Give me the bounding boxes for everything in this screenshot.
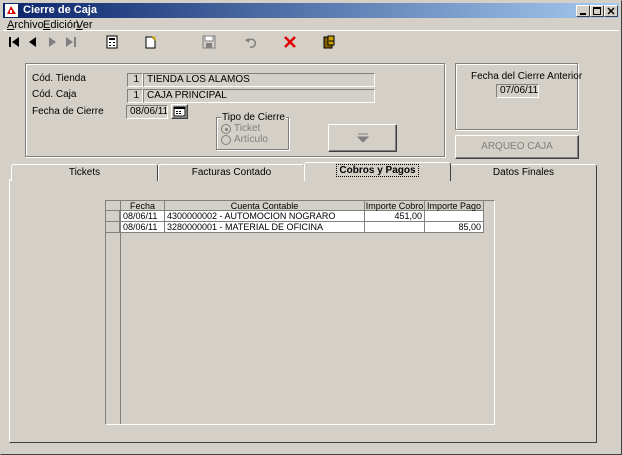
table-cell-cobro[interactable] xyxy=(365,222,425,233)
maximize-icon xyxy=(593,7,601,15)
fecha-anterior-field[interactable]: 07/06/11 xyxy=(496,84,539,98)
delete-button[interactable] xyxy=(280,32,300,52)
last-record-icon xyxy=(66,37,76,47)
tab-datos-finales[interactable]: Datos Finales xyxy=(450,164,597,181)
prev-record-button[interactable] xyxy=(23,32,43,52)
calendar-icon xyxy=(173,106,186,117)
fecha-cierre-field[interactable]: 08/06/11 xyxy=(126,105,168,119)
close-icon xyxy=(607,7,615,15)
exit-icon xyxy=(323,35,335,49)
row-header[interactable] xyxy=(106,211,120,222)
tienda-label: Cód. Tienda xyxy=(32,73,86,84)
radio-articulo-label: Artículo xyxy=(234,134,268,145)
tab-cobros-pagos[interactable]: Cobros y Pagos xyxy=(304,162,451,181)
maximize-button[interactable] xyxy=(590,5,604,17)
prev-record-icon xyxy=(29,37,36,47)
table-cell-pago[interactable] xyxy=(425,211,484,222)
table-cell-cuenta[interactable]: 4300000002 - AUTOMOCION NOGRARO xyxy=(165,211,365,222)
app-icon xyxy=(5,4,18,17)
arqueo-caja-button[interactable]: ARQUEO CAJA xyxy=(455,135,579,159)
toolbar-separator xyxy=(3,30,619,31)
undo-button[interactable] xyxy=(241,32,261,52)
column-header-pago[interactable]: Importe Pago xyxy=(425,201,484,211)
table-corner xyxy=(106,201,121,211)
column-header-cobro[interactable]: Importe Cobro xyxy=(365,201,425,211)
tab-tickets[interactable]: Tickets xyxy=(11,164,158,181)
tab-facturas-contado[interactable]: Facturas Contado xyxy=(158,164,305,181)
caja-label: Cód. Caja xyxy=(32,89,77,100)
radio-ticket-label: Ticket xyxy=(234,123,261,134)
row-header-divider xyxy=(120,211,121,424)
first-record-icon xyxy=(9,37,19,47)
exit-button[interactable] xyxy=(319,32,339,52)
table-cell-cobro[interactable]: 451,00 xyxy=(365,211,425,222)
next-record-icon xyxy=(49,37,56,47)
tienda-code-field[interactable]: 1 xyxy=(127,73,143,87)
calculator-button[interactable] xyxy=(102,32,122,52)
caja-code-field[interactable]: 1 xyxy=(127,89,143,103)
table-cell-fecha[interactable]: 08/06/11 xyxy=(121,222,165,233)
fecha-cierre-label: Fecha de Cierre xyxy=(32,106,104,117)
new-record-button[interactable] xyxy=(140,32,160,52)
window-title: Cierre de Caja xyxy=(23,4,97,16)
cobros-pagos-table[interactable]: Fecha Cuenta Contable Importe Cobro Impo… xyxy=(105,200,495,425)
calculator-icon xyxy=(106,35,118,49)
last-record-button[interactable] xyxy=(61,32,81,52)
save-icon xyxy=(202,35,216,49)
table-cell-pago[interactable]: 85,00 xyxy=(425,222,484,233)
first-record-button[interactable] xyxy=(4,32,24,52)
save-button[interactable] xyxy=(199,32,219,52)
new-record-icon xyxy=(145,35,157,49)
title-bar[interactable]: Cierre de Caja xyxy=(3,3,619,18)
calendar-button[interactable] xyxy=(171,104,188,119)
minimize-icon xyxy=(580,13,586,15)
app-window: Cierre de Caja Archivo Edición Ver Cód. … xyxy=(0,0,622,455)
table-cell-fecha[interactable]: 08/06/11 xyxy=(121,211,165,222)
radio-ticket[interactable] xyxy=(221,124,231,134)
tienda-name-field[interactable]: TIENDA LOS ALAMOS xyxy=(143,73,375,87)
minimize-button[interactable] xyxy=(576,5,590,17)
tipo-cierre-label: Tipo de Cierre xyxy=(221,112,286,123)
caja-name-field[interactable]: CAJA PRINCIPAL xyxy=(143,89,375,103)
close-button[interactable] xyxy=(604,5,618,17)
column-header-cuenta[interactable]: Cuenta Contable xyxy=(165,201,365,211)
radio-articulo[interactable] xyxy=(221,135,231,145)
next-record-button[interactable] xyxy=(42,32,62,52)
column-header-fecha[interactable]: Fecha xyxy=(121,201,165,211)
row-header[interactable] xyxy=(106,222,120,233)
arrow-down-icon xyxy=(357,133,369,143)
arrow-down-button[interactable] xyxy=(328,124,397,152)
table-cell-cuenta[interactable]: 3280000001 - MATERIAL DE OFICINA xyxy=(165,222,365,233)
fecha-anterior-label: Fecha del Cierre Anterior xyxy=(471,71,583,82)
undo-icon xyxy=(245,38,257,48)
delete-icon xyxy=(284,36,296,48)
